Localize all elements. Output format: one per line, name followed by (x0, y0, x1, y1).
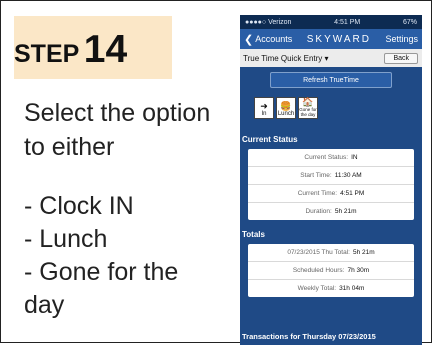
accounts-back-button[interactable]: ❮ Accounts (244, 33, 292, 46)
option-gone-for-day-cont: day (24, 291, 65, 319)
settings-button[interactable]: Settings (385, 34, 418, 44)
step-heading: STEP 14 (14, 28, 127, 72)
status-row: Current Status: IN (248, 149, 414, 167)
status-bar: ●●●●○ Verizon 4:51 PM 67% (240, 15, 422, 29)
clock-label: 4:51 PM (334, 18, 361, 26)
instruction-text: Select the option to either (24, 96, 264, 164)
refresh-truetime-button[interactable]: Refresh TrueTime (270, 72, 392, 88)
phone-screenshot: ●●●●○ Verizon 4:51 PM 67% ❮ Accounts SKY… (240, 15, 422, 345)
current-status-card: Current Status: IN Start Time: 11:30 AM Cu… (248, 149, 414, 220)
clock-in-button[interactable]: ➜ In (254, 97, 274, 119)
quick-entry-dropdown[interactable]: True Time Quick Entry ▾ (243, 54, 329, 63)
back-button[interactable]: Back (384, 52, 418, 64)
instruction-line-1: Select the option (24, 99, 211, 127)
step-word: STEP (14, 40, 80, 68)
chevron-left-icon: ❮ (244, 33, 254, 46)
step-number: 14 (83, 28, 128, 71)
scheduled-hours-row: Scheduled Hours: 7h 30m (248, 262, 414, 280)
current-time-row: Current Time: 4:51 PM (248, 185, 414, 203)
skyward-logo: SKYWARD (306, 33, 371, 45)
duration-row: Duration: 5h 21m (305, 208, 357, 215)
gone-for-day-label: Gone for the day (299, 107, 317, 117)
day-total-row: 07/23/2015 Thu Total: 5h 21m (248, 244, 414, 262)
current-status-heading: Current Status (242, 135, 298, 144)
accounts-label: Accounts (255, 34, 293, 44)
option-clock-in: - Clock IN (24, 192, 134, 220)
action-icons: ➜ In 🍔 Lunch 🏠 Gone for the day (254, 97, 422, 119)
clock-in-label: In (261, 111, 267, 117)
transactions-heading: Transactions for Thursday 07/23/2015 (242, 332, 376, 341)
option-lunch: - Lunch (24, 225, 108, 253)
battery-label: 67% (402, 18, 417, 26)
instruction-line-2: to either (24, 133, 115, 161)
weekly-total-row: Weekly Total: 31h 04m (297, 285, 365, 292)
gone-for-day-button[interactable]: 🏠 Gone for the day (298, 97, 318, 119)
option-gone-for-day: - Gone for the (24, 258, 179, 286)
gone-for-day-icon: 🏠 (302, 97, 314, 107)
carrier-label: ●●●●○ Verizon (245, 18, 292, 26)
quick-entry-bar: True Time Quick Entry ▾ Back (240, 49, 422, 67)
lunch-icon: 🍔 (280, 101, 292, 111)
totals-card: 07/23/2015 Thu Total: 5h 21m Scheduled Ho… (248, 244, 414, 297)
lunch-label: Lunch (277, 111, 295, 117)
lunch-button[interactable]: 🍔 Lunch (276, 97, 296, 119)
nav-bar: ❮ Accounts SKYWARD Settings (240, 29, 422, 49)
clock-in-icon: ➜ (260, 101, 268, 111)
options-list: - Clock IN - Lunch - Gone for the day (24, 190, 178, 322)
totals-heading: Totals (242, 230, 265, 239)
start-time-row: Start Time: 11:30 AM (248, 167, 414, 185)
